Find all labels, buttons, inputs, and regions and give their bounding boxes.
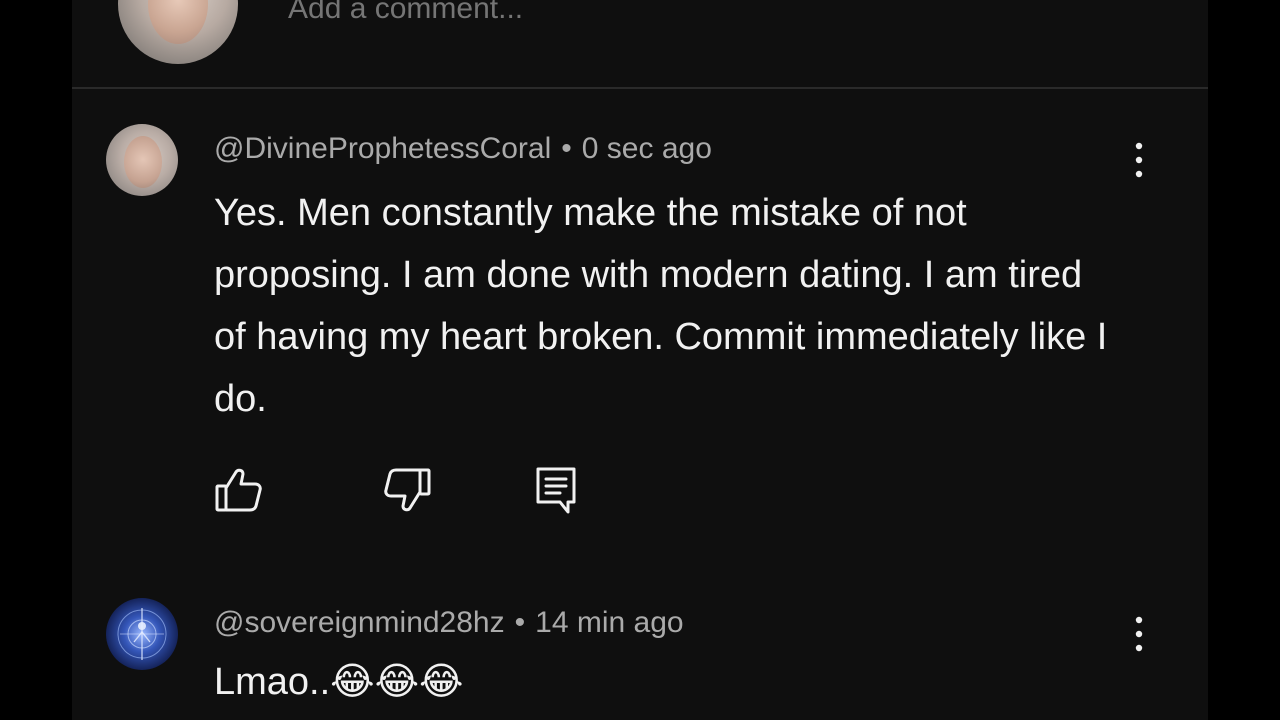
meta-separator: •	[561, 132, 572, 165]
composer-divider	[72, 87, 1208, 89]
comment-author[interactable]: @sovereignmind28hz	[214, 606, 505, 639]
comment-meta: @DivineProphetessCoral • 0 sec ago	[214, 130, 712, 168]
comment-meta: @sovereignmind28hz • 14 min ago	[214, 604, 684, 642]
thumbs-down-icon	[382, 464, 432, 518]
like-button[interactable]	[214, 464, 264, 518]
comment-item: @sovereignmind28hz • 14 min ago Lmao..😂😂😂	[72, 592, 1208, 720]
screen: @DivineProphetessCoral • 0 sec ago Yes. Me…	[0, 0, 1280, 720]
avatar-face	[124, 136, 162, 188]
reply-button[interactable]	[532, 464, 582, 518]
more-vertical-icon[interactable]	[1122, 138, 1156, 182]
comment-author-avatar[interactable]	[106, 598, 178, 670]
current-user-avatar	[118, 0, 238, 64]
avatar-face	[148, 0, 208, 44]
reply-comment-icon	[532, 464, 582, 518]
comment-timestamp[interactable]: 0 sec ago	[582, 132, 712, 165]
thumbs-up-icon	[214, 464, 264, 518]
comment-text: Yes. Men constantly make the mistake of …	[214, 192, 1108, 420]
comment-item: @DivineProphetessCoral • 0 sec ago Yes. Me…	[72, 118, 1208, 558]
more-vertical-icon[interactable]	[1122, 612, 1156, 656]
comment-text: Lmao..😂😂😂	[214, 661, 464, 703]
comment-timestamp[interactable]: 14 min ago	[535, 606, 683, 639]
avatar-graphic	[117, 608, 167, 660]
comment-composer	[72, 0, 1208, 88]
comment-author-avatar[interactable]	[106, 124, 178, 196]
comments-panel: @DivineProphetessCoral • 0 sec ago Yes. Me…	[72, 0, 1208, 720]
comment-actions	[214, 464, 714, 518]
comment-author[interactable]: @DivineProphetessCoral	[214, 132, 551, 165]
meta-separator: •	[514, 606, 526, 639]
dislike-button[interactable]	[382, 464, 432, 518]
add-comment-input[interactable]	[286, 0, 990, 32]
